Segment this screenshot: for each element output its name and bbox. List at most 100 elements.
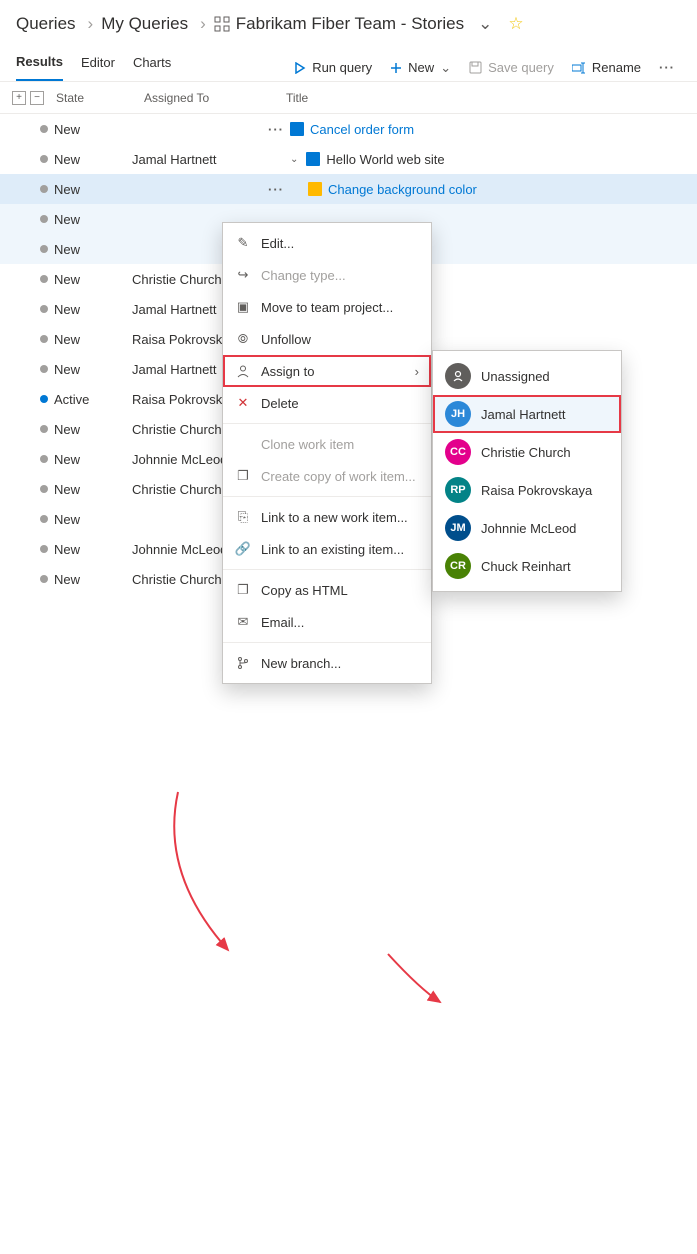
run-query-label: Run query — [312, 60, 372, 75]
title-cell: Cancel order form — [290, 122, 697, 137]
menu-email-label: Email... — [261, 615, 304, 630]
state-text: New — [54, 272, 80, 287]
favorite-star-icon[interactable]: ☆ — [508, 14, 523, 34]
state-cell: New — [40, 152, 132, 167]
state-cell: Active — [40, 392, 132, 407]
tab-results[interactable]: Results — [16, 54, 63, 81]
menu-unfollow[interactable]: ⦾ Unfollow — [223, 323, 431, 355]
table-row[interactable]: NewJamal Hartnett⌄Hello World web site — [0, 144, 697, 174]
menu-link-new-label: Link to a new work item... — [261, 510, 408, 525]
menu-assign-to[interactable]: Assign to › — [223, 355, 431, 387]
menu-copy-html-label: Copy as HTML — [261, 583, 348, 598]
tab-editor[interactable]: Editor — [81, 55, 115, 80]
menu-email[interactable]: ✉ Email... — [223, 606, 431, 638]
context-menu: ✎ Edit... ↪ Change type... ▣ Move to tea… — [222, 222, 432, 684]
assign-unassigned[interactable]: Unassigned — [433, 357, 621, 395]
state-text: New — [54, 362, 80, 377]
menu-edit[interactable]: ✎ Edit... — [223, 227, 431, 259]
assign-johnnie[interactable]: JM Johnnie McLeod — [433, 509, 621, 547]
state-dot-icon — [40, 215, 48, 223]
menu-link-new[interactable]: ⎘ Link to a new work item... — [223, 501, 431, 533]
assign-raisa[interactable]: RP Raisa Pokrovskaya — [433, 471, 621, 509]
state-text: New — [54, 452, 80, 467]
col-state[interactable]: State — [56, 91, 144, 105]
menu-move-label: Move to team project... — [261, 300, 393, 315]
state-cell: New — [40, 542, 132, 557]
menu-copy-html[interactable]: ❐ Copy as HTML — [223, 574, 431, 606]
change-type-icon: ↪ — [235, 267, 251, 283]
state-dot-icon — [40, 455, 48, 463]
assign-jamal[interactable]: JH Jamal Hartnett — [433, 395, 621, 433]
menu-delete[interactable]: ✕ Delete — [223, 387, 431, 419]
column-header-row: + − State Assigned To Title — [0, 82, 697, 114]
assign-jamal-label: Jamal Hartnett — [481, 407, 566, 422]
title-cell: ⌄ Hello World web site — [290, 152, 697, 167]
menu-separator — [223, 423, 431, 424]
state-dot-icon — [40, 575, 48, 583]
pencil-icon: ✎ — [235, 235, 251, 251]
plus-icon — [390, 62, 402, 74]
chevron-down-icon: ⌄ — [440, 60, 451, 76]
state-cell: New — [40, 482, 132, 497]
link-icon: 🔗 — [235, 541, 251, 557]
expand-all-button[interactable]: + — [12, 91, 26, 105]
state-dot-icon — [40, 515, 48, 523]
assign-raisa-label: Raisa Pokrovskaya — [481, 483, 592, 498]
menu-unfollow-label: Unfollow — [261, 332, 311, 347]
state-dot-icon — [40, 275, 48, 283]
work-item-title[interactable]: Cancel order form — [310, 122, 414, 137]
new-button[interactable]: New ⌄ — [384, 56, 457, 80]
menu-assign-to-label: Assign to — [261, 364, 314, 379]
rename-button[interactable]: Rename — [566, 56, 647, 79]
state-cell: New — [40, 572, 132, 587]
menu-clone: Clone work item — [223, 428, 431, 460]
work-item-title[interactable]: Change background color — [328, 182, 477, 197]
col-title[interactable]: Title — [274, 91, 697, 105]
breadcrumb-mid[interactable]: My Queries — [101, 14, 188, 34]
state-text: New — [54, 152, 80, 167]
copy-html-icon: ❐ — [235, 582, 251, 598]
save-label: Save query — [488, 60, 554, 75]
menu-move[interactable]: ▣ Move to team project... — [223, 291, 431, 323]
menu-link-existing[interactable]: 🔗 Link to an existing item... — [223, 533, 431, 565]
menu-create-copy-label: Create copy of work item... — [261, 469, 416, 484]
breadcrumb-root[interactable]: Queries — [16, 14, 76, 34]
menu-new-branch[interactable]: New branch... — [223, 647, 431, 679]
assign-christie[interactable]: CC Christie Church — [433, 433, 621, 471]
more-actions-button[interactable]: ··· — [653, 60, 681, 75]
row-actions-button[interactable]: ··· — [262, 122, 290, 137]
state-text: New — [54, 122, 80, 137]
link-new-icon: ⎘ — [235, 509, 251, 525]
clone-icon — [235, 436, 251, 452]
table-row[interactable]: New ··· Cancel order form — [0, 114, 697, 144]
work-item-book-icon — [290, 122, 304, 136]
tabs-row: Results Editor Charts Run query New ⌄ Sa… — [0, 44, 697, 82]
state-text: New — [54, 212, 80, 227]
col-assigned[interactable]: Assigned To — [144, 91, 274, 105]
chevron-down-icon[interactable]: ⌄ — [478, 14, 492, 34]
state-cell: New — [40, 242, 132, 257]
breadcrumb-leaf[interactable]: Fabrikam Fiber Team - Stories — [236, 14, 464, 34]
work-item-title: Hello World web site — [326, 152, 444, 167]
email-icon: ✉ — [235, 614, 251, 630]
state-text: New — [54, 182, 80, 197]
state-text: New — [54, 512, 80, 527]
state-cell: New — [40, 422, 132, 437]
move-icon: ▣ — [235, 299, 251, 315]
menu-clone-label: Clone work item — [261, 437, 354, 452]
delete-icon: ✕ — [235, 395, 251, 411]
assign-chuck[interactable]: CR Chuck Reinhart — [433, 547, 621, 585]
state-cell: New — [40, 512, 132, 527]
row-actions-button[interactable]: ··· — [262, 182, 290, 197]
tab-charts[interactable]: Charts — [133, 55, 171, 80]
table-row[interactable]: New ··· Change background color — [0, 174, 697, 204]
chevron-down-icon[interactable]: ⌄ — [290, 154, 298, 165]
assign-unassigned-label: Unassigned — [481, 369, 550, 384]
assign-chuck-label: Chuck Reinhart — [481, 559, 571, 574]
state-dot-icon — [40, 125, 48, 133]
run-query-button[interactable]: Run query — [288, 56, 378, 79]
annotation-arrows — [0, 594, 697, 1254]
state-dot-icon — [40, 155, 48, 163]
collapse-all-button[interactable]: − — [30, 91, 44, 105]
branch-icon — [235, 655, 251, 671]
